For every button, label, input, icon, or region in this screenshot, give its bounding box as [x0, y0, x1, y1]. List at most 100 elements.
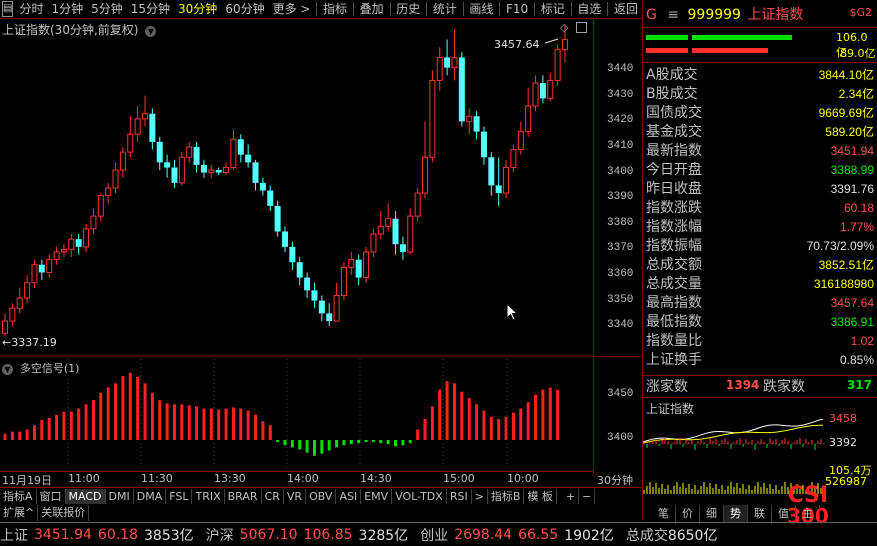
back-button[interactable]: 返回 — [610, 0, 642, 18]
quote-row-value: 3844.10亿 — [818, 68, 874, 82]
tabs-scroll-right-button[interactable]: > — [472, 488, 488, 504]
indicator-title[interactable]: ▼ 多空信号(1) — [2, 360, 79, 376]
tab-price[interactable]: 价 — [676, 505, 700, 522]
tab-emv[interactable]: EMV — [361, 488, 393, 504]
candle — [164, 154, 171, 178]
tab-trix[interactable]: TRIX — [192, 488, 225, 504]
zoom-in-button[interactable]: + — [563, 488, 580, 504]
candle — [112, 162, 119, 194]
candle — [392, 211, 399, 255]
bar-down-value: 89.0亿 — [840, 47, 876, 60]
tab-ticks[interactable]: 笔 — [652, 505, 676, 522]
tab-indicator-a[interactable]: 指标A — [0, 488, 37, 504]
quote-row-value: 1.02 — [850, 334, 874, 348]
candle — [75, 234, 82, 255]
divider — [316, 2, 318, 16]
quote-row: 最低指数 3386.91 — [646, 313, 874, 332]
tab-fsl[interactable]: FSL — [166, 488, 193, 504]
watchlist-button[interactable]: 自选 — [573, 0, 605, 18]
stats-button[interactable]: 统计 — [429, 0, 461, 18]
quote-row: 上证换手 0.85% — [646, 351, 874, 370]
divider — [643, 62, 877, 63]
indicator-tick: 3450 — [607, 388, 634, 400]
period-tab[interactable]: 分时 — [15, 0, 47, 18]
x-tick: 11月19日 — [2, 474, 52, 487]
overlay-button[interactable]: 叠加 — [356, 0, 388, 18]
ticker-change: 66.55 — [518, 526, 559, 543]
tab-value[interactable]: 值 — [772, 505, 796, 522]
period-tab[interactable]: 1分钟 — [47, 0, 87, 18]
f10-button[interactable]: F10 — [502, 0, 532, 18]
high-marker-line — [544, 38, 559, 44]
candle — [348, 251, 355, 275]
candle — [9, 303, 16, 327]
tab-linked[interactable]: 联 — [748, 505, 772, 522]
x-tick: 13:30 — [214, 472, 246, 485]
quote-row-label: 今日开盘 — [646, 162, 702, 178]
quote-row-label: 总成交额 — [646, 257, 702, 273]
grid-icon[interactable]: ▤ — [2, 1, 14, 17]
ticker-price: 2698.44 — [454, 526, 513, 543]
history-button[interactable]: 历史 — [392, 0, 424, 18]
quote-row: 国债成交 9669.69亿 — [646, 104, 874, 123]
candle — [473, 111, 480, 140]
more-periods-button[interactable]: 更多 > — [269, 0, 315, 18]
low-price-label: ←3337.19 — [2, 336, 57, 349]
period-tab-active[interactable]: 30分钟 — [174, 0, 221, 18]
tab-trend[interactable]: 势 — [724, 505, 748, 522]
restore-icon[interactable] — [576, 22, 587, 33]
quote-row-value: 60.18 — [843, 201, 874, 215]
quote-row-value: 3391.76 — [830, 182, 874, 196]
tab-asi[interactable]: ASI — [336, 488, 362, 504]
indicator-name: 多空信号(1) — [19, 362, 80, 375]
quote-row-label: 昨日收盘 — [646, 181, 702, 197]
tab-vr[interactable]: VR — [284, 488, 307, 504]
chevron-down-icon[interactable]: ▼ — [2, 364, 13, 375]
tab-indicator-b[interactable]: 指标B — [488, 488, 525, 504]
quote-row-label: 指数涨幅 — [646, 219, 702, 235]
divider — [607, 2, 608, 16]
mini-intraday-chart[interactable] — [643, 414, 825, 494]
menu-icon[interactable]: ≡ — [667, 7, 679, 23]
quote-row: B股成交 2.34亿 — [646, 85, 874, 104]
candle — [296, 257, 303, 286]
tab-obv[interactable]: OBV — [306, 488, 337, 504]
ticker-name[interactable]: 上证 — [0, 525, 28, 545]
y-tick: 3410 — [607, 140, 634, 152]
period-tab[interactable]: 15分钟 — [127, 0, 174, 18]
down-count: 317 — [846, 378, 872, 392]
tab-brar[interactable]: BRAR — [225, 488, 262, 504]
x-tick: 10:00 — [507, 472, 539, 485]
tab-cr[interactable]: CR — [262, 488, 284, 504]
kline-chart[interactable] — [0, 19, 593, 472]
tab-window[interactable]: 窗口 — [37, 488, 66, 504]
ticker-name[interactable]: 创业 — [420, 525, 448, 545]
candle — [363, 246, 370, 283]
candle — [289, 241, 296, 270]
expand-button[interactable]: 扩展^ — [0, 505, 39, 521]
period-tab[interactable]: 60分钟 — [221, 0, 268, 18]
tab-vol-tdx[interactable]: VOL-TDX — [392, 488, 447, 504]
mark-button[interactable]: 标记 — [537, 0, 569, 18]
tab-macd[interactable]: MACD — [65, 488, 106, 504]
candle — [24, 275, 31, 304]
candle — [171, 159, 178, 188]
draw-line-button[interactable]: 画线 — [465, 0, 497, 18]
quote-row: 今日开盘 3388.99 — [646, 161, 874, 180]
indicator-button[interactable]: 指标 — [319, 0, 351, 18]
tab-main[interactable]: 主 — [796, 505, 820, 522]
ticker-name[interactable]: 沪深 — [206, 525, 234, 545]
tab-dma[interactable]: DMA — [134, 488, 167, 504]
candle — [370, 228, 377, 258]
period-tab[interactable]: 5分钟 — [87, 0, 127, 18]
related-quotes-tab[interactable]: 关联报价 — [38, 505, 90, 521]
ticker-total-label: 总成交 — [625, 527, 668, 544]
candle — [333, 282, 340, 322]
candle — [46, 254, 53, 278]
tab-template[interactable]: 模 板 — [524, 488, 557, 504]
tab-detail[interactable]: 细 — [700, 505, 724, 522]
candle — [466, 108, 473, 135]
tab-dmi[interactable]: DMI — [106, 488, 134, 504]
tab-rsi[interactable]: RSI — [447, 488, 472, 504]
zoom-out-button[interactable]: − — [579, 488, 596, 504]
